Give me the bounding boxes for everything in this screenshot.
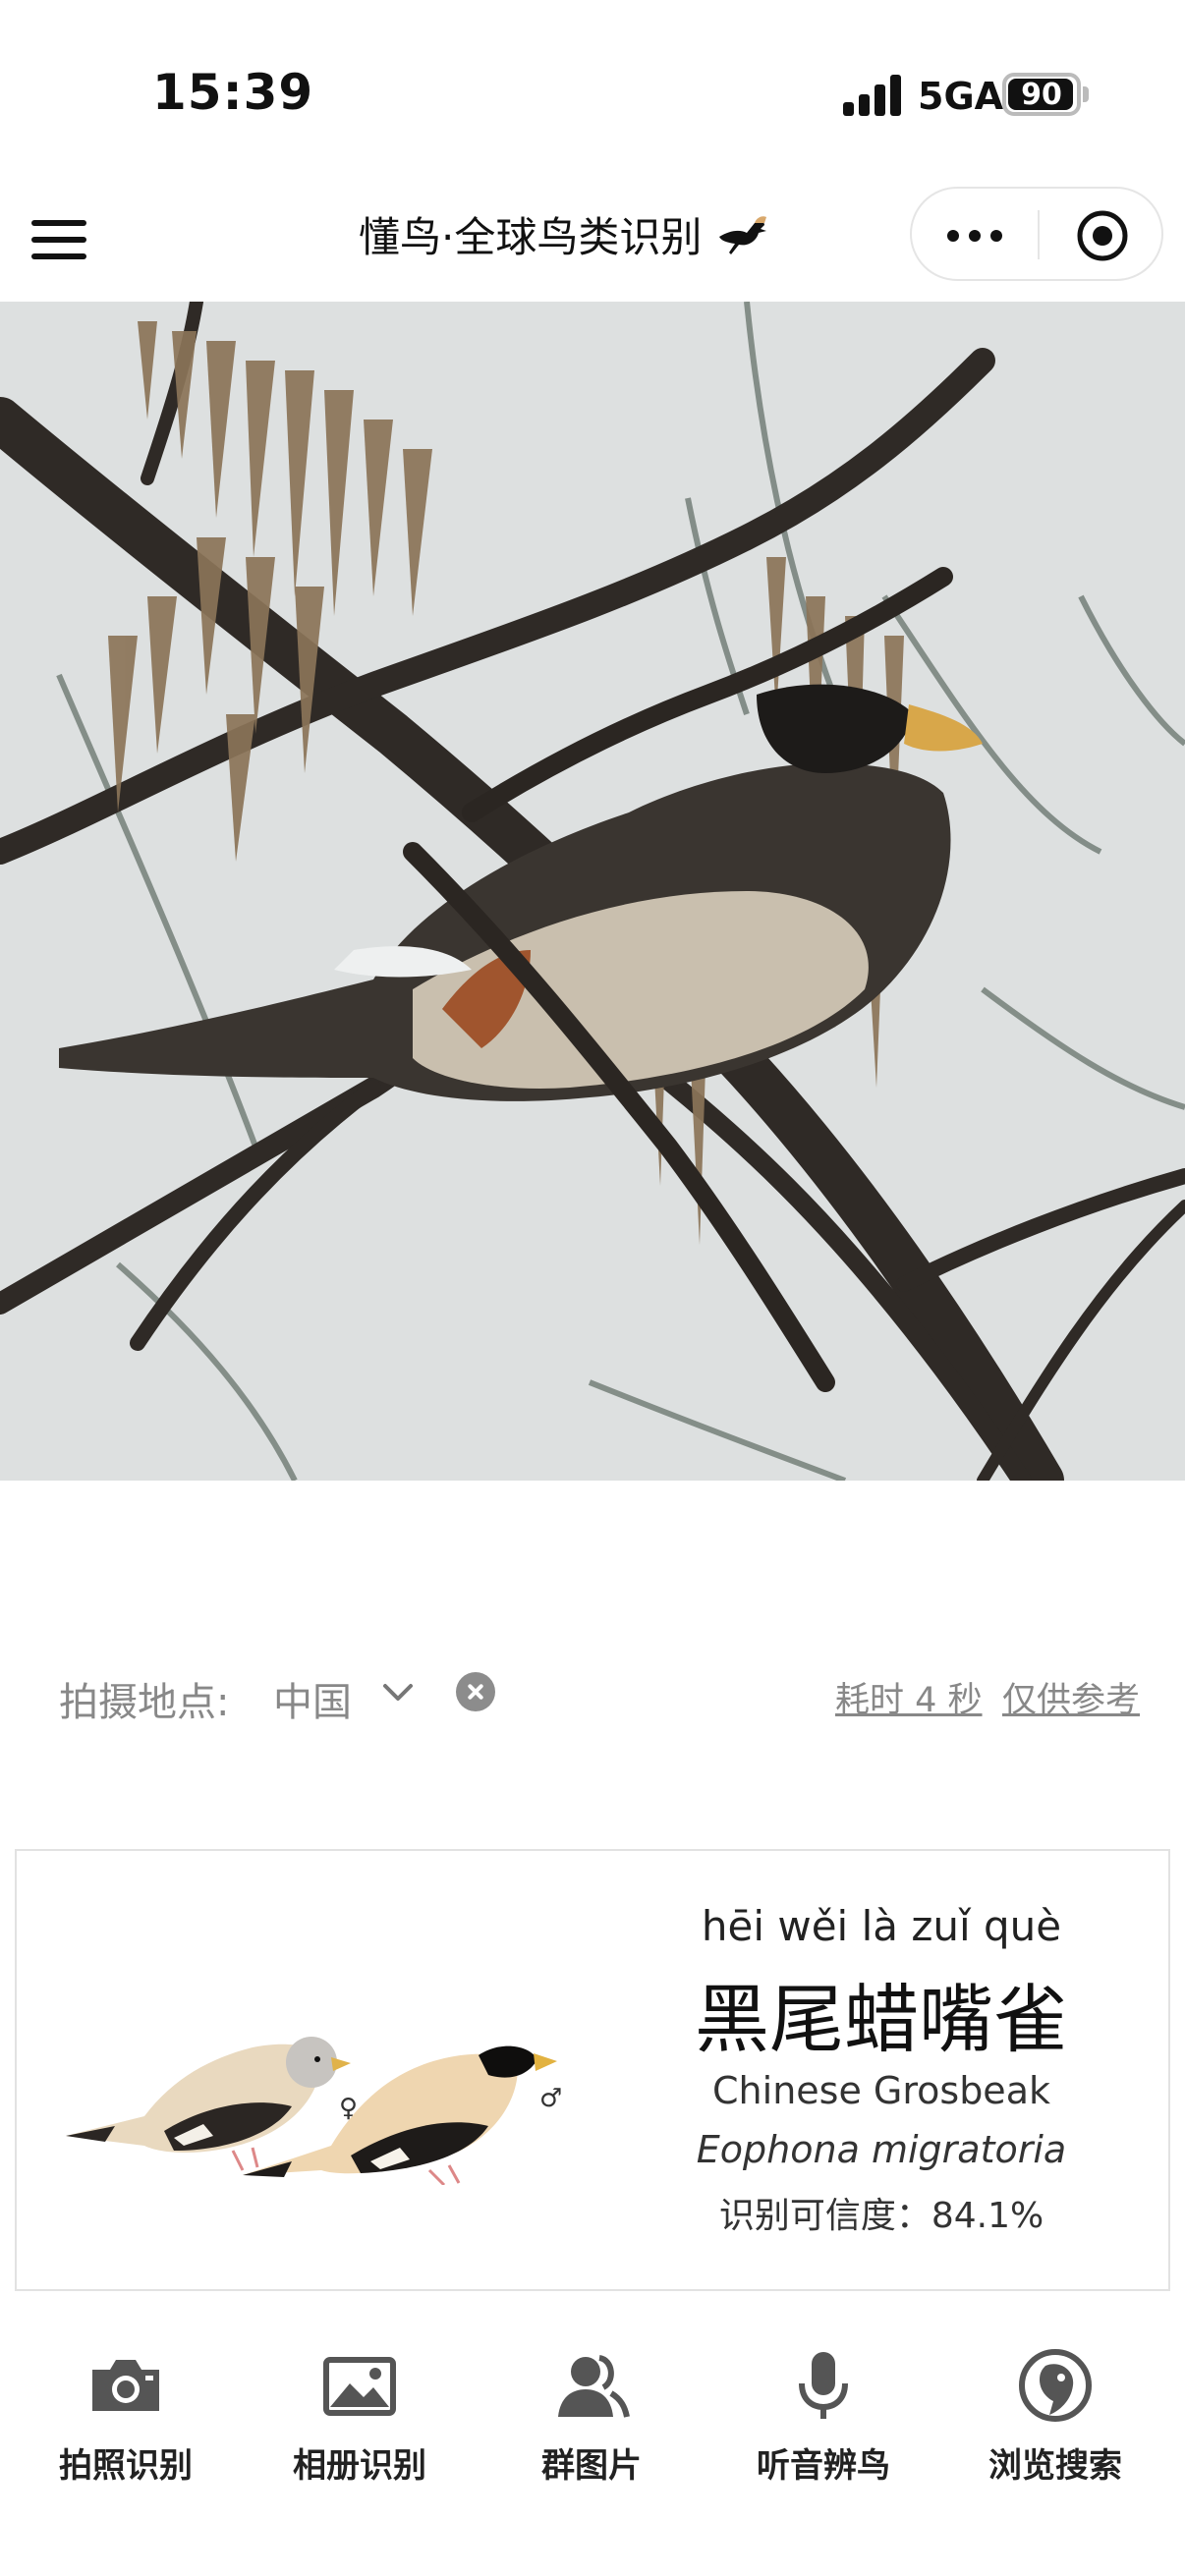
capsule-divider [1038,210,1040,259]
tab-photo-identify[interactable]: 拍照识别 [28,2328,224,2505]
app-root: 15:39 5GA 90 懂鸟·全球鸟类识别 拍摄地点: 中国 耗时 4 秒 仅… [0,0,1185,2576]
result-latin-name: Eophona migratoria [696,2128,1067,2171]
tab-browse-search[interactable]: 浏览搜索 [957,2328,1154,2505]
result-confidence: 识别可信度：84.1% [718,2196,1044,2236]
group-icon [558,2355,630,2418]
bottom-tab-bar: 拍照识别 相册识别 群图片 听音辨鸟 浏览搜索 [0,2328,1185,2525]
location-label: 拍摄地点: [59,1680,230,1725]
mini-program-capsule [910,187,1163,281]
page-title-text: 懂鸟·全球鸟类识别 [359,212,703,261]
location-select[interactable]: 中国 [273,1670,352,1727]
battery-icon: 90 [1002,73,1081,116]
menu-icon[interactable] [31,216,86,263]
male-symbol: ♂ [539,2084,562,2113]
bird-photo [0,302,1185,1481]
result-card[interactable]: ♀ ♂ hēi wěi là zuǐ què 黑尾蜡嘴雀 Chinese Gro… [15,1849,1170,2291]
tab-album-identify[interactable]: 相册识别 [261,2328,458,2505]
bird-logo-icon [719,216,767,254]
tab-label: 群图片 [541,2446,642,2486]
female-bird-icon [66,2037,351,2171]
location-row: 拍摄地点: 中国 耗时 4 秒 仅供参考 [0,1660,1185,1739]
tab-group-pictures[interactable]: 群图片 [493,2328,690,2505]
battery-percentage: 90 [1021,78,1062,112]
tab-label: 听音辨鸟 [757,2446,890,2486]
result-pinyin: hēi wěi là zuǐ què [701,1902,1062,1950]
reference-note-link[interactable]: 仅供参考 [1002,1672,1140,1722]
camera-icon [92,2360,159,2411]
bird-photo-image [0,302,1185,1481]
page-title: 懂鸟·全球鸟类识别 [359,204,770,263]
result-chinese-name: 黑尾蜡嘴雀 [695,1976,1068,2063]
microphone-icon [799,2352,848,2419]
tab-label: 浏览搜索 [988,2446,1122,2486]
more-icon[interactable] [947,210,1004,259]
tab-sound-identify[interactable]: 听音辨鸟 [725,2328,922,2505]
network-type: 5GA [918,75,1004,118]
status-time: 15:39 [152,64,314,121]
status-bar: 15:39 5GA 90 [0,0,1185,177]
bird-search-icon [1019,2349,1092,2422]
bird-illustration: ♀ ♂ [66,2037,562,2185]
battery-cap [1083,86,1089,102]
close-target-icon[interactable] [1075,208,1130,263]
nav-bar: 懂鸟·全球鸟类识别 [0,177,1185,303]
tab-label: 拍照识别 [59,2446,193,2486]
album-icon [323,2357,396,2416]
time-taken: 耗时 4 秒 [835,1681,983,1720]
clear-location-icon[interactable] [456,1672,495,1711]
signal-icon [843,75,904,116]
result-english-name: Chinese Grosbeak [712,2069,1050,2112]
chevron-down-icon[interactable] [381,1680,415,1706]
tab-label: 相册识别 [293,2446,426,2486]
